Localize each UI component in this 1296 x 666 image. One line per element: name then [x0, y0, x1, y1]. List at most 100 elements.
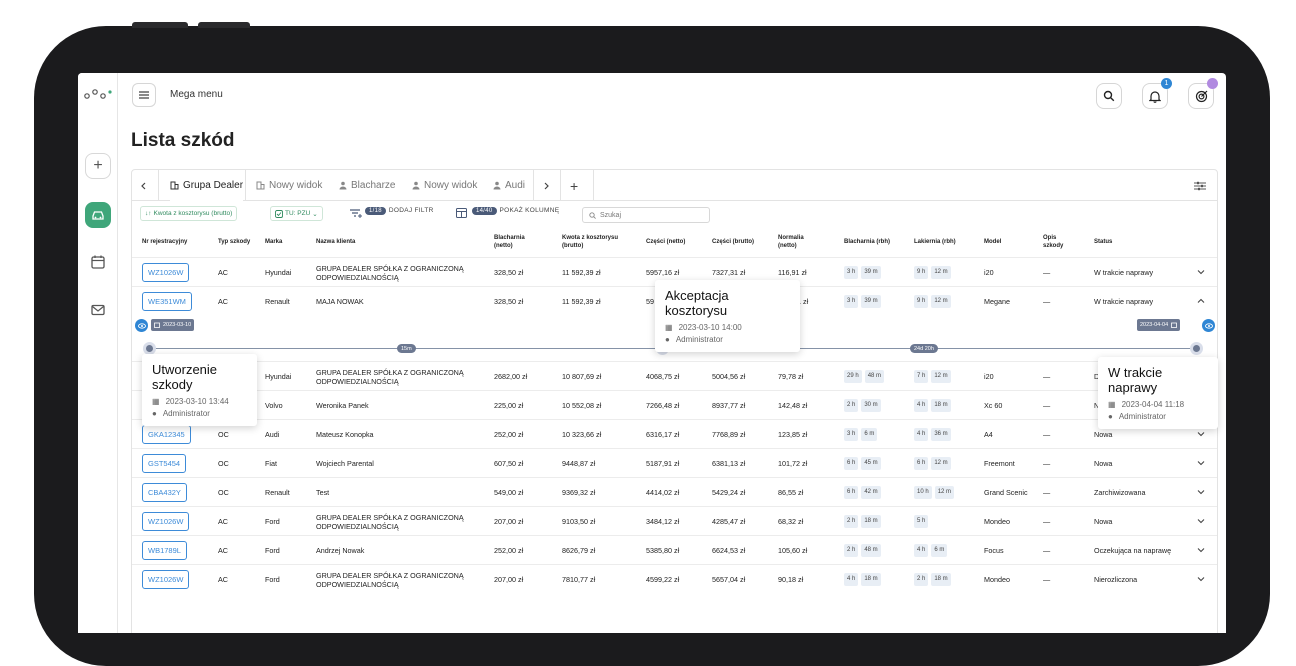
car-icon[interactable] [85, 202, 111, 228]
cell: — [1043, 546, 1051, 555]
tabs-prev-button[interactable] [140, 170, 152, 201]
cell: 328,50 zł [494, 297, 524, 306]
cell: Megane [984, 297, 1010, 306]
table-row[interactable]: WB1789L AC Ford Andrzej Nowak 252,00 zł … [132, 535, 1217, 564]
table-settings-button[interactable] [1194, 170, 1206, 201]
sort-icon: ↓↑ [145, 210, 152, 217]
sliders-icon [1194, 181, 1206, 190]
plate-link[interactable]: GKA12345 [142, 425, 191, 444]
col-header[interactable]: Model [984, 227, 1024, 257]
chevron-left-icon [141, 182, 146, 189]
date-text: 2023-03-10 [163, 322, 192, 328]
cell: 252,00 zł [494, 430, 524, 439]
col-header[interactable]: Blacharnia (rbh) [844, 227, 894, 257]
filter-icon[interactable] [350, 209, 362, 218]
search-input[interactable]: Szukaj [582, 207, 710, 223]
eye-icon[interactable] [135, 319, 148, 332]
cell: Mateusz Konopka [316, 430, 374, 439]
tabs-next-button[interactable] [544, 170, 550, 201]
mail-icon[interactable] [90, 302, 106, 318]
plate-link[interactable]: WB1789L [142, 541, 187, 560]
add-tab-button[interactable]: + [570, 170, 578, 201]
cell: 59 [646, 297, 654, 306]
cell: 7768,89 zł [712, 430, 746, 439]
col-header[interactable]: Nr rejestracyjny [142, 227, 202, 257]
chevron-down-icon[interactable] [1197, 268, 1205, 276]
cell: Ford [265, 517, 280, 526]
col-header[interactable]: Nazwa klienta [316, 227, 396, 257]
chevron-down-icon[interactable] [1197, 517, 1205, 525]
col-header[interactable]: Opis szkody [1043, 227, 1071, 257]
notifications-button[interactable]: 1 [1142, 78, 1172, 109]
plate-link[interactable]: WZ1026W [142, 512, 190, 531]
col-header[interactable]: Części (brutto) [712, 227, 757, 257]
logo-icon [84, 89, 112, 99]
time-box: 6 h [844, 457, 859, 470]
table-row[interactable]: GST5454 OC Fiat Wojciech Parental 607,50… [132, 448, 1217, 477]
col-header[interactable]: Lakiernia (rbh) [914, 227, 976, 257]
col-header[interactable]: Typ szkody [218, 227, 252, 257]
chevron-down-icon[interactable] [1197, 488, 1205, 496]
add-button[interactable]: + [85, 153, 111, 179]
cell: Ford [265, 546, 280, 555]
tab-nowy-widok-2[interactable]: Nowy widok [412, 170, 477, 201]
col-header[interactable]: Normalia (netto) [778, 227, 823, 257]
col-header[interactable]: Części (netto) [646, 227, 706, 257]
tab-blacharze[interactable]: Blacharze [339, 170, 395, 201]
event-popup-accepted: Akceptacja kosztorysu ▦ 2023-03-10 14:00 … [655, 280, 800, 352]
chevron-up-icon[interactable] [1197, 297, 1205, 305]
hamburger-button[interactable] [132, 83, 156, 107]
table-row[interactable]: Volvo Weronika Panek 225,00 zł 10 552,08… [132, 390, 1217, 419]
tu-filter-chip[interactable]: TU: PZU ⌄ [270, 206, 323, 221]
table-row[interactable]: Hyundai GRUPA DEALER SPÓŁKA Z OGRANICZON… [132, 361, 1217, 390]
columns-icon[interactable] [456, 208, 467, 218]
plate-link[interactable]: WZ1026W [142, 570, 190, 589]
cell: 5004,56 zł [712, 372, 746, 381]
time-box: 9 h [914, 295, 929, 308]
user-icon: ● [152, 409, 157, 418]
plate-link[interactable]: WE351WM [142, 292, 192, 311]
page-title: Lista szkód [131, 130, 235, 151]
tab-grupa-dealer[interactable]: Grupa Dealer [170, 170, 244, 201]
time-box: 12 m [934, 486, 955, 499]
cell: 328,50 zł [494, 268, 524, 277]
show-column-button[interactable]: 14/40 POKAŻ KOLUMNĘ [472, 207, 559, 215]
check-badge-icon [275, 209, 283, 218]
add-filter-button[interactable]: 1/18 DODAJ FILTR [365, 207, 434, 215]
cell: 79,78 zł [778, 372, 804, 381]
eye-icon[interactable] [1202, 319, 1215, 332]
table-row[interactable]: CBA432Y OC Renault Test 549,00 zł 9369,3… [132, 477, 1217, 506]
cell: A4 [984, 430, 993, 439]
chevron-down-icon[interactable] [1197, 546, 1205, 554]
mega-menu-label[interactable]: Mega menu [170, 89, 223, 100]
table-row[interactable]: WZ1026W AC Ford GRUPA DEALER SPÓŁKA Z OG… [132, 506, 1217, 535]
plate-link[interactable]: GST5454 [142, 454, 187, 473]
calendar-icon[interactable] [90, 254, 106, 270]
cell: 225,00 zł [494, 401, 524, 410]
user-icon: ● [1108, 412, 1113, 421]
tab-nowy-widok[interactable]: Nowy widok [256, 170, 322, 201]
timeline-dot[interactable] [1190, 342, 1203, 355]
chevron-down-icon[interactable] [1197, 575, 1205, 583]
table-row[interactable]: WZ1026W AC Ford GRUPA DEALER SPÓŁKA Z OG… [132, 564, 1217, 593]
time-box: 39 m [861, 266, 881, 279]
event-popup-repair: W trakcie naprawy ▦ 2023-04-04 11:18 ● Adm… [1098, 357, 1218, 429]
cell: AC [218, 546, 228, 555]
chevron-down-icon[interactable] [1197, 430, 1205, 438]
table-row[interactable]: GKA12345 OC Audi Mateusz Konopka 252,00 … [132, 419, 1217, 448]
tab-audi[interactable]: Audi [493, 170, 525, 201]
chevron-down-icon[interactable] [1197, 459, 1205, 467]
menu-icon [139, 91, 149, 99]
cell: Oczekująca na naprawę [1094, 546, 1172, 555]
cell: 5187,91 zł [646, 459, 680, 468]
col-header[interactable]: Marka [265, 227, 305, 257]
cell: Test [316, 488, 330, 497]
col-header[interactable]: Status [1094, 227, 1154, 257]
col-header[interactable]: Kwota z kosztorysu (brutto) [562, 227, 632, 257]
search-button[interactable] [1096, 83, 1122, 109]
plate-link[interactable]: CBA432Y [142, 483, 187, 502]
sort-chip[interactable]: ↓↑ Kwota z kosztorysu (brutto) [140, 206, 238, 221]
target-button[interactable] [1188, 78, 1218, 109]
plate-link[interactable]: WZ1026W [142, 263, 190, 282]
col-header[interactable]: Blacharnia (netto) [494, 227, 544, 257]
